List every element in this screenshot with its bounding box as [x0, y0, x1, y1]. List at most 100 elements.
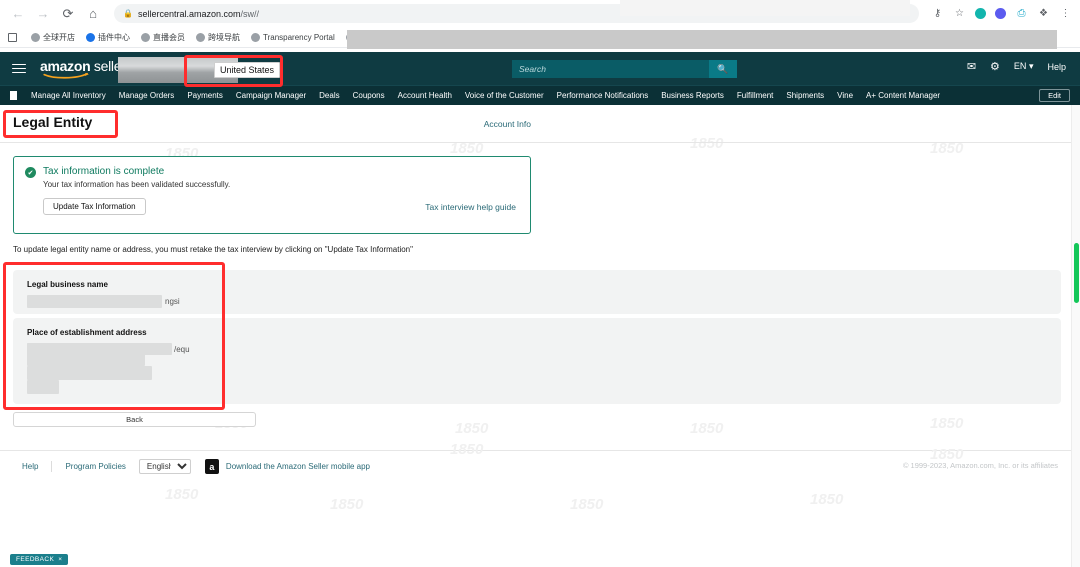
page-body: 1850 1850 1850 1850 1850 1850 1850 1850 … [0, 105, 1080, 450]
page-title-row: Legal Entity Account Info [0, 105, 1080, 143]
tax-status-footer: Update Tax Information Tax interview hel… [14, 189, 530, 215]
amazon-app-icon: a [204, 459, 219, 474]
feedback-label: FEEDBACK [16, 556, 55, 563]
page-scrollbar[interactable] [1071, 105, 1080, 567]
language-switcher[interactable]: EN ▾ [1014, 61, 1034, 72]
bookmark-label: 插件中心 [98, 32, 130, 42]
account-info-link[interactable]: Account Info [484, 119, 531, 129]
browser-back-icon[interactable]: ← [8, 4, 28, 24]
watermark: 1850 [810, 491, 844, 508]
language-label: EN [1013, 61, 1027, 71]
globe-icon [141, 32, 150, 42]
legal-business-name-value: ngsi [165, 297, 180, 306]
kebab-menu-icon[interactable]: ⋮ [1059, 7, 1072, 20]
browser-forward-icon[interactable]: → [33, 4, 53, 24]
update-tax-information-button[interactable]: Update Tax Information [43, 198, 146, 215]
browser-home-icon[interactable]: ⌂ [83, 4, 103, 24]
globe-icon [196, 32, 205, 42]
browser-toolbar-icons: ⚷ ☆ ⎙ ❖ ⋮ [925, 7, 1072, 20]
bookmark-item[interactable]: 直播会员 [141, 32, 185, 43]
header-actions: ✉ ⚙ EN ▾ Help [967, 60, 1066, 73]
back-button[interactable]: Back [13, 412, 256, 427]
page-footer: Help Program Policies English a Download… [0, 441, 1080, 567]
footer-program-policies-link[interactable]: Program Policies [65, 462, 125, 471]
redacted-value-block [27, 366, 152, 380]
key-icon[interactable]: ⚷ [931, 7, 944, 20]
nav-item-vine[interactable]: Vine [837, 91, 853, 100]
nav-item-campaign-manager[interactable]: Campaign Manager [236, 91, 306, 100]
globe-icon [31, 32, 40, 42]
place-of-establishment-address-value: /equ [174, 345, 190, 354]
footer-help-link[interactable]: Help [22, 462, 38, 471]
feedback-badge[interactable]: FEEDBACK × [10, 554, 69, 565]
chevron-down-icon: ▾ [1028, 61, 1034, 71]
edit-nav-button[interactable]: Edit [1039, 89, 1070, 102]
page-title: Legal Entity [13, 114, 93, 130]
redacted-value-block [27, 343, 172, 355]
copyright-text: © 1999-2023, Amazon.com, Inc. or its aff… [902, 461, 1058, 470]
country-selector[interactable]: United States [214, 62, 281, 78]
chrome-redaction-overlay [620, 0, 910, 16]
legal-business-name-label: Legal business name [27, 280, 108, 289]
nav-item-deals[interactable]: Deals [319, 91, 339, 100]
footer-language-select[interactable]: English [138, 459, 191, 474]
bookmark-item[interactable]: Transparency Portal [251, 32, 335, 42]
amazon-smile-icon [43, 72, 89, 79]
check-circle-icon: ✔ [25, 167, 36, 178]
bookmark-label: 全球开店 [43, 32, 75, 42]
mail-icon[interactable]: ✉ [967, 60, 976, 73]
redacted-value-block [27, 295, 162, 308]
close-icon[interactable]: × [58, 556, 62, 563]
gear-icon[interactable]: ⚙ [990, 60, 1000, 73]
nav-item-manage-orders[interactable]: Manage Orders [119, 91, 175, 100]
footer-links-row: Help Program Policies English a Download… [22, 459, 370, 474]
browser-toolbar: ← → ⟳ ⌂ 🔒 sellercentral.amazon.com /sw//… [0, 0, 1080, 27]
nav-item-voice-of-the-customer[interactable]: Voice of the Customer [465, 91, 544, 100]
tax-interview-help-guide-link[interactable]: Tax interview help guide [425, 202, 516, 212]
watermark: 1850 [330, 496, 364, 513]
global-search: 🔍 [512, 60, 737, 78]
legal-business-name-card: Legal business name ngsi [13, 270, 1061, 314]
hamburger-menu-icon[interactable] [12, 63, 26, 74]
place-of-establishment-address-card: Place of establishment address /equ [13, 318, 1061, 404]
nav-item-shipments[interactable]: Shipments [786, 91, 824, 100]
nav-item-business-reports[interactable]: Business Reports [661, 91, 724, 100]
bookmark-label: 直播会员 [153, 32, 185, 42]
screenshot-root: ← → ⟳ ⌂ 🔒 sellercentral.amazon.com /sw//… [0, 0, 1080, 567]
watermark: 1850 [455, 420, 489, 437]
extension-circle-icon[interactable] [995, 8, 1006, 19]
globe-icon-blue [86, 32, 95, 42]
nav-item-payments[interactable]: Payments [187, 91, 223, 100]
browser-reload-icon[interactable]: ⟳ [58, 4, 78, 24]
nav-item-a-plus-content-manager[interactable]: A+ Content Manager [866, 91, 940, 100]
main-navigation: Manage All Inventory Manage Orders Payme… [0, 85, 1080, 105]
nav-item-account-health[interactable]: Account Health [398, 91, 452, 100]
bookmark-item[interactable]: 跨境导航 [196, 32, 240, 43]
watermark: 1850 [930, 415, 964, 432]
search-input[interactable] [512, 60, 709, 78]
bookmark-item[interactable]: 插件中心 [86, 32, 130, 43]
bookmark-label: 跨境导航 [208, 32, 240, 42]
nav-item-manage-all-inventory[interactable]: Manage All Inventory [31, 91, 106, 100]
flag-icon [10, 91, 17, 100]
nav-item-coupons[interactable]: Coupons [353, 91, 385, 100]
star-icon[interactable]: ☆ [953, 7, 966, 20]
tax-status-panel: ✔ Tax information is complete Your tax i… [13, 156, 531, 234]
bookmark-item[interactable] [8, 32, 20, 42]
tax-status-subtitle: Your tax information has been validated … [43, 180, 231, 189]
watermark: 1850 [570, 496, 604, 513]
place-of-establishment-address-label: Place of establishment address [27, 328, 147, 337]
search-button[interactable]: 🔍 [709, 60, 737, 78]
tax-status-header: ✔ Tax information is complete [14, 157, 530, 178]
nav-item-fulfillment[interactable]: Fulfillment [737, 91, 773, 100]
gift-icon[interactable]: ⎙ [1015, 7, 1028, 20]
puzzle-icon[interactable]: ❖ [1037, 7, 1050, 20]
help-link[interactable]: Help [1047, 62, 1066, 72]
url-host: sellercentral.amazon.com [137, 8, 241, 19]
profile-circle-icon[interactable] [975, 8, 986, 19]
nav-item-performance-notifications[interactable]: Performance Notifications [557, 91, 649, 100]
download-mobile-app-link[interactable]: Download the Amazon Seller mobile app [226, 462, 370, 471]
bookmark-item[interactable]: 全球开店 [31, 32, 75, 43]
scrollbar-thumb[interactable] [1074, 243, 1079, 303]
chrome-redaction-overlay [347, 30, 1057, 49]
